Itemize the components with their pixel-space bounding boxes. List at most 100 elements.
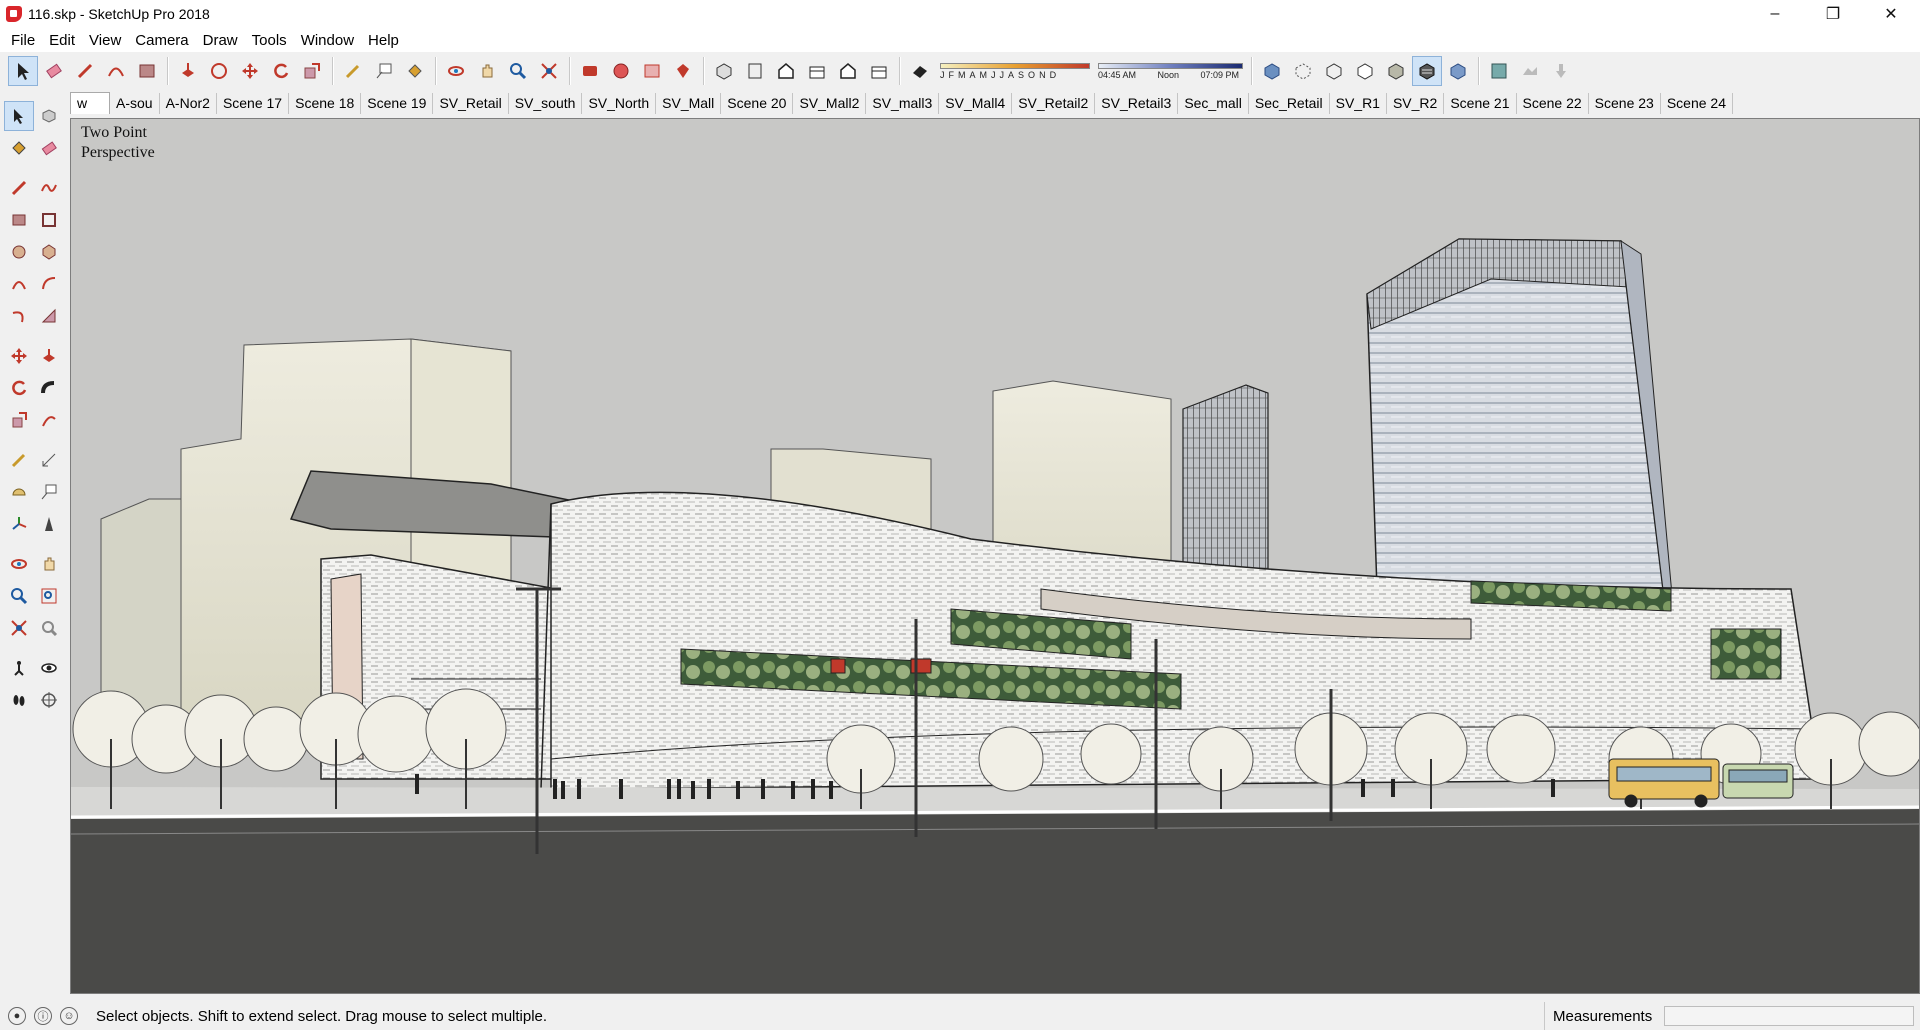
- shadow-toggle-button[interactable]: [905, 56, 935, 86]
- tape-measure-button[interactable]: [338, 56, 368, 86]
- text-tool[interactable]: [34, 477, 64, 507]
- scene-tab[interactable]: Scene 24: [1661, 93, 1734, 114]
- scene-tab[interactable]: Scene 19: [361, 93, 434, 114]
- zoom-extents-button[interactable]: [534, 56, 564, 86]
- menu-help[interactable]: Help: [361, 32, 406, 49]
- previous-view-tool[interactable]: [34, 613, 64, 643]
- offset-tool[interactable]: [34, 405, 64, 435]
- polygon-tool[interactable]: [34, 237, 64, 267]
- walk-tool[interactable]: [4, 685, 34, 715]
- menu-camera[interactable]: Camera: [128, 32, 195, 49]
- view-front-button[interactable]: [771, 56, 801, 86]
- axes-tool[interactable]: [4, 509, 34, 539]
- back-edges-button[interactable]: [1288, 56, 1318, 86]
- scene-tab[interactable]: SV_R2: [1387, 93, 1445, 114]
- orbit-button[interactable]: [441, 56, 471, 86]
- xray-button[interactable]: [1257, 56, 1287, 86]
- components-button[interactable]: [606, 56, 636, 86]
- rotate-tool[interactable]: [4, 373, 34, 403]
- pan-tool[interactable]: [34, 549, 64, 579]
- model-scene[interactable]: [71, 119, 1920, 994]
- offset-button[interactable]: [204, 56, 234, 86]
- scene-tab[interactable]: A-sou: [110, 93, 160, 114]
- rotate-button[interactable]: [266, 56, 296, 86]
- view-right-button[interactable]: [802, 56, 832, 86]
- position-camera-tool[interactable]: [4, 653, 34, 683]
- warehouse-button[interactable]: [575, 56, 605, 86]
- rectangle-tool-button[interactable]: [132, 56, 162, 86]
- push-pull-tool[interactable]: [34, 341, 64, 371]
- monochrome-button[interactable]: [1443, 56, 1473, 86]
- add-location-button[interactable]: [1484, 56, 1514, 86]
- shadow-time-slider[interactable]: 04:45 AM Noon 07:09 PM: [1098, 62, 1243, 80]
- shaded-textures-button[interactable]: [1412, 56, 1442, 86]
- menu-view[interactable]: View: [82, 32, 128, 49]
- menu-window[interactable]: Window: [294, 32, 361, 49]
- text-tool-button[interactable]: [369, 56, 399, 86]
- measurements-input[interactable]: [1664, 1006, 1914, 1026]
- maximize-button[interactable]: ❐: [1804, 0, 1862, 28]
- scene-tab[interactable]: Scene 22: [1517, 93, 1589, 114]
- user-account-icon[interactable]: ☺: [60, 1007, 78, 1025]
- select-tool[interactable]: [4, 101, 34, 131]
- scene-tab[interactable]: SV_mall3: [866, 93, 940, 114]
- rotated-rectangle-tool[interactable]: [34, 205, 64, 235]
- wireframe-button[interactable]: [1319, 56, 1349, 86]
- scene-tab[interactable]: SV_Mall4: [939, 93, 1013, 114]
- zoom-tool[interactable]: [4, 581, 34, 611]
- scene-tab[interactable]: Scene 17: [217, 93, 290, 114]
- credits-icon[interactable]: ⓘ: [34, 1007, 52, 1025]
- minimize-button[interactable]: –: [1746, 0, 1804, 28]
- look-around-tool[interactable]: [34, 653, 64, 683]
- scene-tab[interactable]: SV_Mall: [656, 93, 722, 114]
- pie-tool[interactable]: [34, 301, 64, 331]
- shadow-date-slider[interactable]: JFMAMJJASOND: [940, 62, 1090, 80]
- paint-bucket-button[interactable]: [400, 56, 430, 86]
- view-top-button[interactable]: [740, 56, 770, 86]
- select-tool-button[interactable]: [8, 56, 38, 86]
- scene-tab[interactable]: A-Nor2: [160, 93, 217, 114]
- view-back-button[interactable]: [833, 56, 863, 86]
- scene-tab[interactable]: SV_R1: [1330, 93, 1387, 114]
- view-iso-button[interactable]: [709, 56, 739, 86]
- scene-tab[interactable]: Scene 18: [289, 93, 362, 114]
- move-button[interactable]: [235, 56, 265, 86]
- menu-edit[interactable]: Edit: [42, 32, 82, 49]
- model-viewport[interactable]: Two Point Perspective: [70, 118, 1920, 994]
- pan-button[interactable]: [472, 56, 502, 86]
- geo-location-icon[interactable]: ●: [8, 1007, 26, 1025]
- eraser-tool-button[interactable]: [39, 56, 69, 86]
- zoom-button[interactable]: [503, 56, 533, 86]
- two-point-arc-tool[interactable]: [34, 269, 64, 299]
- freehand-tool[interactable]: [34, 173, 64, 203]
- toggle-terrain-button[interactable]: [1515, 56, 1545, 86]
- scene-tab[interactable]: SV_Retail: [433, 93, 509, 114]
- scale-tool[interactable]: [4, 405, 34, 435]
- menu-tools[interactable]: Tools: [245, 32, 294, 49]
- protractor-tool[interactable]: [4, 477, 34, 507]
- scene-tab[interactable]: Sec_mall: [1178, 93, 1249, 114]
- move-tool[interactable]: [4, 341, 34, 371]
- arc-tool-button[interactable]: [101, 56, 131, 86]
- paint-bucket-tool[interactable]: [4, 133, 34, 163]
- orbit-tool[interactable]: [4, 549, 34, 579]
- scene-tab[interactable]: SV_Retail2: [1012, 93, 1096, 114]
- section-plane-tool[interactable]: [34, 685, 64, 715]
- 3d-text-tool[interactable]: [34, 509, 64, 539]
- rectangle-tool[interactable]: [4, 205, 34, 235]
- line-tool-button[interactable]: [70, 56, 100, 86]
- line-tool[interactable]: [4, 173, 34, 203]
- hidden-line-button[interactable]: [1350, 56, 1380, 86]
- arc-tool[interactable]: [4, 269, 34, 299]
- zoom-window-tool[interactable]: [34, 581, 64, 611]
- menu-file[interactable]: File: [4, 32, 42, 49]
- extension-warehouse-button[interactable]: [637, 56, 667, 86]
- scene-tab[interactable]: SV_North: [582, 93, 657, 114]
- push-pull-button[interactable]: [173, 56, 203, 86]
- ruby-button[interactable]: [668, 56, 698, 86]
- close-button[interactable]: ✕: [1862, 0, 1920, 28]
- scene-tab[interactable]: SV_south: [509, 93, 583, 114]
- scene-tab[interactable]: SV_Retail3: [1095, 93, 1179, 114]
- three-point-arc-tool[interactable]: [4, 301, 34, 331]
- scene-tab[interactable]: Scene 23: [1589, 93, 1661, 114]
